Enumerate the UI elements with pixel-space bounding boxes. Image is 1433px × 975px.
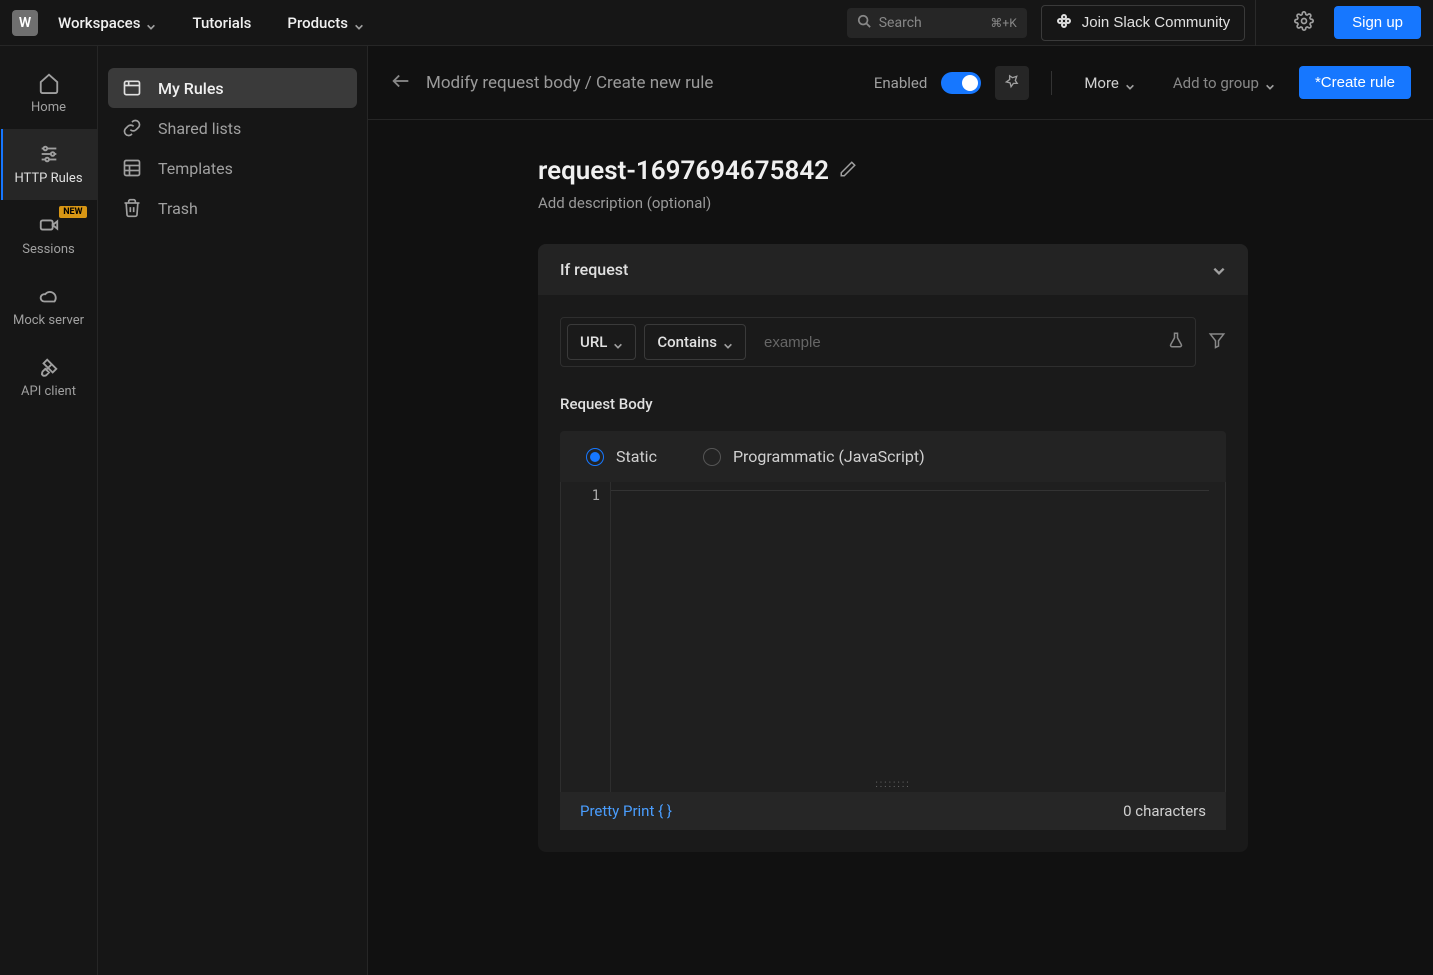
search-box[interactable]: Search ⌘+K xyxy=(847,8,1027,38)
editor-line xyxy=(611,490,1209,492)
more-menu[interactable]: More xyxy=(1074,68,1145,98)
resize-handle[interactable]: :::::::: xyxy=(875,779,910,790)
tutorials-link[interactable]: Tutorials xyxy=(182,8,261,38)
rule-title: request-1697694675842 xyxy=(538,156,829,186)
workspaces-menu[interactable]: Workspaces xyxy=(48,8,166,38)
url-label: URL xyxy=(580,333,607,351)
sidebar-shared-lists[interactable]: Shared lists xyxy=(108,108,357,148)
editor-gutter: 1 xyxy=(561,482,611,792)
sidebar-templates-label: Templates xyxy=(158,159,233,178)
signup-button[interactable]: Sign up xyxy=(1334,6,1421,39)
new-badge: NEW xyxy=(59,206,86,218)
line-number: 1 xyxy=(561,488,600,504)
products-menu[interactable]: Products xyxy=(277,8,374,38)
rail-api-label: API client xyxy=(21,384,76,399)
divider xyxy=(1255,0,1256,46)
radio-icon xyxy=(703,448,721,466)
radio-programmatic[interactable]: Programmatic (JavaScript) xyxy=(703,447,925,466)
main-header: Modify request body / Create new rule En… xyxy=(368,46,1433,120)
add-to-group-menu[interactable]: Add to group xyxy=(1173,74,1275,92)
search-icon xyxy=(857,14,871,32)
create-rule-button[interactable]: *Create rule xyxy=(1299,66,1411,99)
rail-http-rules[interactable]: HTTP Rules xyxy=(1,129,97,200)
sliders-icon xyxy=(38,143,60,165)
home-icon xyxy=(38,72,60,94)
rail-http-label: HTTP Rules xyxy=(14,171,82,186)
back-button[interactable] xyxy=(390,70,412,96)
chevron-down-icon xyxy=(1212,263,1226,277)
gear-icon xyxy=(1294,16,1314,35)
rocket-icon xyxy=(38,356,60,378)
settings-button[interactable] xyxy=(1288,5,1320,41)
rail-sessions[interactable]: NEW Sessions xyxy=(1,200,97,271)
pencil-icon xyxy=(839,163,857,182)
sidebar-trash[interactable]: Trash xyxy=(108,188,357,228)
rail-sessions-label: Sessions xyxy=(22,242,75,257)
programmatic-label: Programmatic (JavaScript) xyxy=(733,447,925,466)
chevron-down-icon xyxy=(613,337,623,347)
code-editor[interactable]: 1 :::::::: xyxy=(560,482,1226,792)
condition-input[interactable] xyxy=(754,328,1155,357)
content-area: request-1697694675842 Add description (o… xyxy=(538,120,1368,852)
sidebar-my-rules[interactable]: My Rules xyxy=(108,68,357,108)
breadcrumb: Modify request body / Create new rule xyxy=(426,73,713,93)
main-panel: Modify request body / Create new rule En… xyxy=(368,46,1433,975)
url-type-select[interactable]: URL xyxy=(567,324,636,360)
filter-icon xyxy=(1208,334,1226,353)
filter-button[interactable] xyxy=(1208,331,1226,353)
radio-icon xyxy=(586,448,604,466)
more-label: More xyxy=(1084,74,1119,92)
sidebar-trash-label: Trash xyxy=(158,199,198,218)
top-bar: W Workspaces Tutorials Products Search ⌘… xyxy=(0,0,1433,46)
request-body-label: Request Body xyxy=(560,395,1226,413)
products-label: Products xyxy=(287,14,348,32)
rail-home-label: Home xyxy=(31,100,66,115)
sidebar-shared-label: Shared lists xyxy=(158,119,241,138)
operator-select[interactable]: Contains xyxy=(644,324,746,360)
enabled-toggle[interactable] xyxy=(941,72,981,94)
chevron-down-icon xyxy=(146,18,156,28)
enabled-label: Enabled xyxy=(874,74,927,92)
cloud-icon xyxy=(38,285,60,307)
slack-label: Join Slack Community xyxy=(1082,14,1230,31)
search-placeholder: Search xyxy=(879,15,922,31)
rail-mock-label: Mock server xyxy=(13,313,84,328)
sidebar-templates[interactable]: Templates xyxy=(108,148,357,188)
workspace-avatar[interactable]: W xyxy=(12,10,38,36)
slack-icon xyxy=(1056,13,1072,33)
edit-title-button[interactable] xyxy=(839,160,857,182)
chevron-down-icon xyxy=(1125,78,1135,88)
radio-static[interactable]: Static xyxy=(586,447,657,466)
chevron-down-icon xyxy=(723,337,733,347)
rail-home[interactable]: Home xyxy=(1,58,97,129)
pin-icon xyxy=(1004,73,1020,93)
character-count: 0 characters xyxy=(1123,802,1206,820)
chevron-down-icon xyxy=(354,18,364,28)
card-header[interactable]: If request xyxy=(538,244,1248,295)
join-slack-button[interactable]: Join Slack Community xyxy=(1041,5,1245,41)
workspaces-label: Workspaces xyxy=(58,14,140,32)
if-request-label: If request xyxy=(560,260,628,279)
pretty-print-button[interactable]: Pretty Print { } xyxy=(580,802,672,820)
pin-button[interactable] xyxy=(995,66,1029,100)
if-request-card: If request URL Contains xyxy=(538,244,1248,852)
flask-icon xyxy=(1167,334,1185,353)
editor-footer: Pretty Print { } 0 characters xyxy=(560,792,1226,830)
nav-rail: Home HTTP Rules NEW Sessions Mock server… xyxy=(0,46,98,975)
chevron-down-icon xyxy=(1265,78,1275,88)
test-button[interactable] xyxy=(1163,327,1189,357)
description-field[interactable]: Add description (optional) xyxy=(538,194,1368,212)
sidebar-my-rules-label: My Rules xyxy=(158,79,224,98)
static-label: Static xyxy=(616,447,657,466)
tutorials-label: Tutorials xyxy=(192,14,251,32)
add-to-group-label: Add to group xyxy=(1173,74,1259,92)
sub-sidebar: My Rules Shared lists Templates Trash xyxy=(98,46,368,975)
body-type-radio-group: Static Programmatic (JavaScript) xyxy=(560,431,1226,482)
search-shortcut: ⌘+K xyxy=(990,16,1016,30)
rail-api-client[interactable]: API client xyxy=(1,342,97,413)
contains-label: Contains xyxy=(657,333,717,351)
rail-mock-server[interactable]: Mock server xyxy=(1,271,97,342)
video-icon xyxy=(38,214,60,236)
divider xyxy=(1051,71,1052,95)
